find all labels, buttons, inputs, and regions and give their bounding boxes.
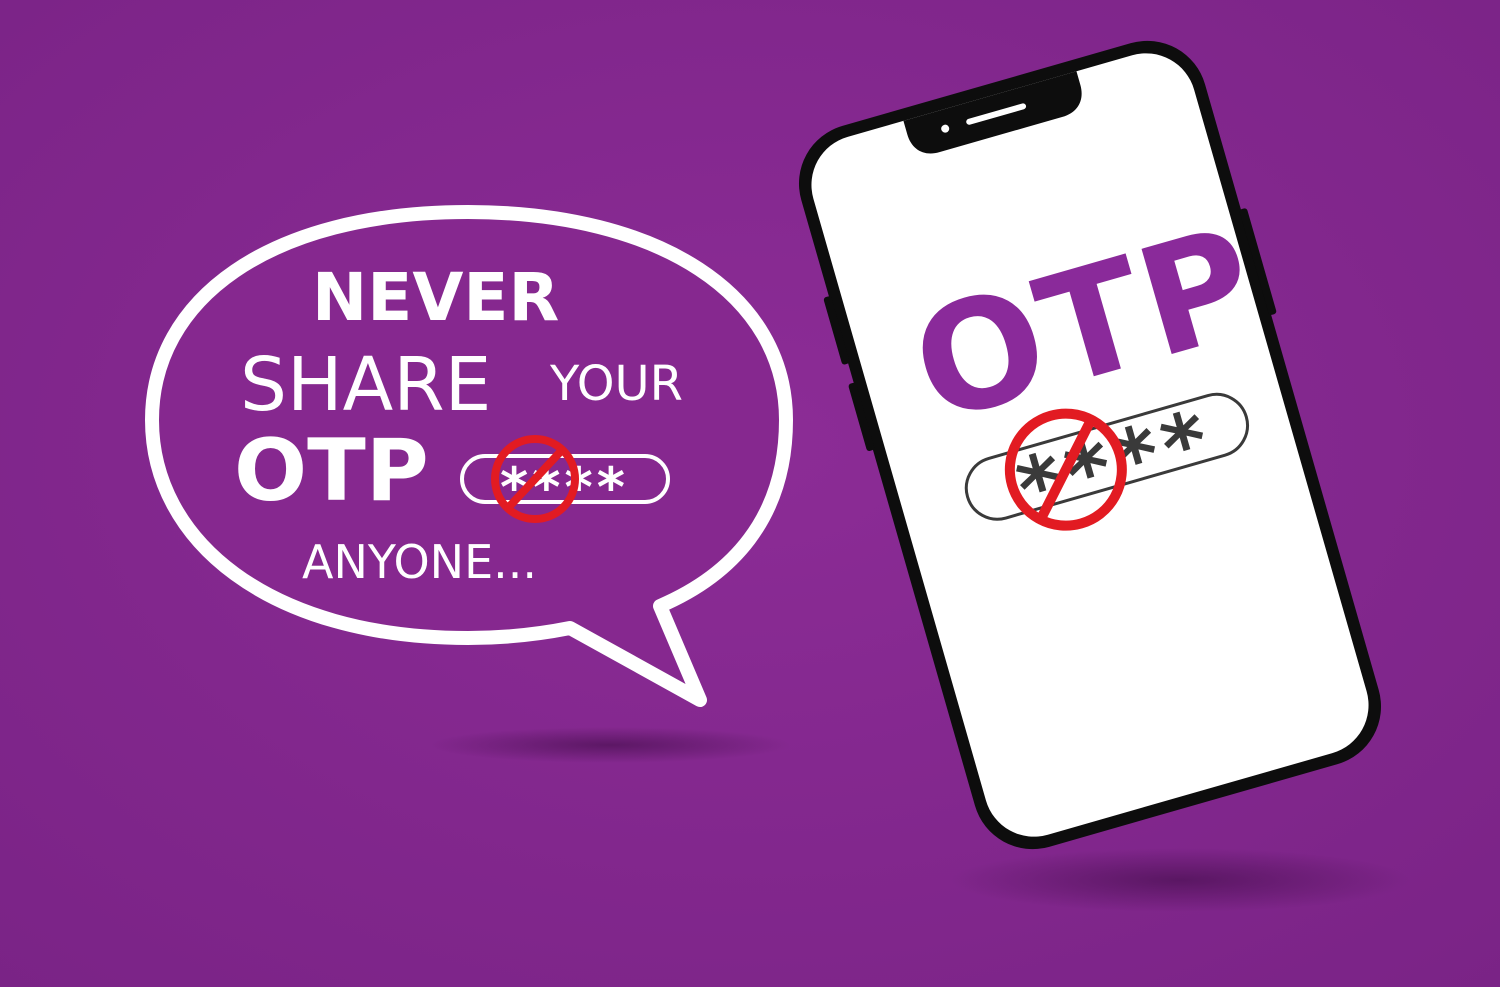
bubble-line-your: YOUR	[549, 356, 683, 412]
otp-warning-illustration: NEVER SHARE YOUR OTP **** ANYONE... OTP	[0, 0, 1500, 987]
bubble-line-share: SHARE	[240, 342, 491, 428]
bubble-line-anyone: ANYONE...	[302, 535, 537, 589]
bubble-line-otp: OTP	[234, 421, 429, 521]
bubble-line-never: NEVER	[312, 259, 559, 336]
bubble-shadow	[430, 727, 790, 763]
phone-shadow	[950, 848, 1410, 912]
